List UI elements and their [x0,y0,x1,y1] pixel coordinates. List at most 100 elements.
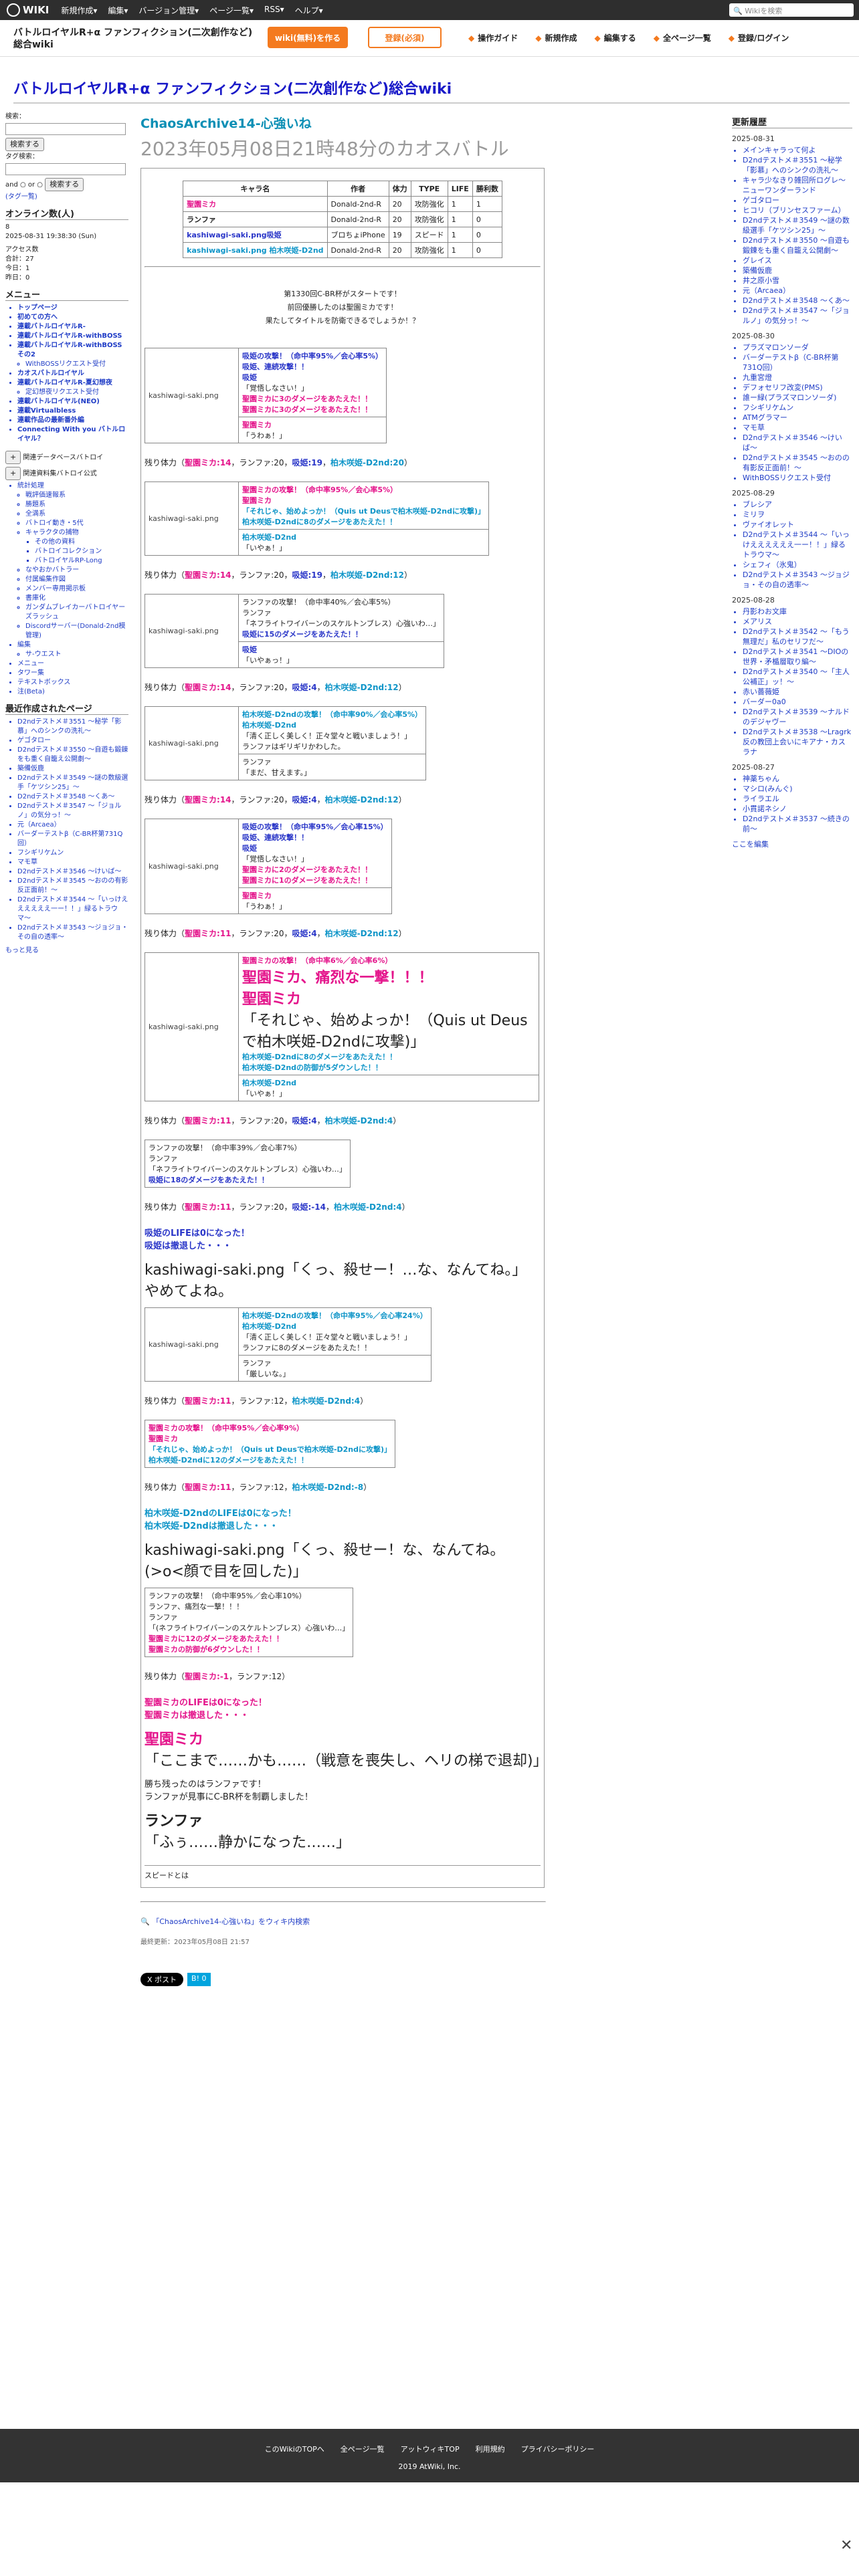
header-link[interactable]: ◆ 編集する [595,32,636,43]
tree-item[interactable]: 戦評価速報系 [25,491,128,500]
x-post-button[interactable]: X ポスト [140,1973,184,1986]
history-link[interactable]: D2ndテストメ＃3538 〜Lragrk反の教団上会いにキアナ・カスラナ [743,727,852,757]
top-search-input[interactable]: 🔍 Wikiを検索 [729,3,854,17]
top-menu-item[interactable]: RSS▾ [264,5,284,16]
history-link[interactable]: ヴァイオレット [743,520,852,530]
recent-page-link[interactable]: 築備仮鹿 [17,764,128,774]
menu-item[interactable]: WithBOSSリクエスト受付 [25,360,128,369]
history-link[interactable]: ゲゴタロー [743,195,852,205]
footer-link[interactable]: 利用規約 [476,2444,505,2454]
history-link[interactable]: 元（Arcaea） [743,286,852,296]
recent-page-link[interactable]: D2ndテストメ＃3550 〜自遊も鍛錬をも重く自籠え公開劇〜 [17,746,128,764]
history-link[interactable]: プラズマロンソーダ [743,342,852,352]
tag-list-link[interactable]: (タグ一覧) [5,193,128,202]
history-link[interactable]: 九重宮燈 [743,372,852,383]
recent-page-link[interactable]: D2ndテストメ＃3546 〜けいば〜 [17,867,128,877]
recent-more-link[interactable]: もっと見る [5,946,128,956]
tree-item[interactable]: タワー集 [17,669,128,678]
history-link[interactable]: ヒコリ（ブリンセスファーム） [743,205,852,215]
history-link[interactable]: D2ndテストメ＃3544 〜「いっけええええええ一ー！！」緑るトラウマ〜 [743,530,852,560]
history-link[interactable]: ライラエル [743,794,852,804]
menu-item[interactable]: カオスバトルロイヤル [17,369,128,379]
footer-link[interactable]: アットウィキTOP [401,2444,460,2454]
history-link[interactable]: D2ndテストメ＃3550 〜自遊も鍛錬をも重く自籠え公開劇〜 [743,235,852,255]
footer-link[interactable]: プライバシーポリシー [521,2444,595,2454]
history-link[interactable]: 井之原小雪 [743,276,852,286]
tree-item[interactable]: その他の資料 [35,538,128,547]
history-link[interactable]: ATMグラマー [743,413,852,423]
history-link[interactable]: ブレシア [743,500,852,510]
menu-item[interactable]: 定幻想夜リクエスト受付 [25,388,128,397]
history-link[interactable]: メインキャラって何よ [743,145,852,155]
menu-item[interactable]: 連載バトルロイヤルR-夏幻想夜 [17,379,128,388]
menu-item[interactable]: 連載バトルロイヤルR- [17,322,128,332]
history-link[interactable]: バーダー0a0 [743,697,852,707]
tree-item[interactable]: 勝題系 [25,500,128,510]
history-link[interactable]: D2ndテストメ＃3551 〜秘学「影慕」へのシンクの洗礼〜 [743,155,852,175]
history-link[interactable]: 神薬ちゃん [743,774,852,784]
history-link[interactable]: D2ndテストメ＃3548 〜くあ〜 [743,296,852,306]
top-menu-item[interactable]: ページ一覧▾ [209,5,254,16]
create-wiki-button[interactable]: wiki(無料)を作る [268,27,348,48]
history-link[interactable]: D2ndテストメ＃3549 〜謎の数級選手「ケツシン25」〜 [743,215,852,235]
menu-item[interactable]: 連載Virtualbless [17,407,128,416]
history-link[interactable]: フシギリケムン [743,403,852,413]
history-link[interactable]: D2ndテストメ＃3546 〜けいば〜 [743,433,852,453]
tree-item[interactable]: Discordサーバー(Donald-2nd模管理) [25,622,128,641]
history-link[interactable]: マモ草 [743,423,852,433]
menu-item[interactable]: 初めての方へ [17,313,128,322]
top-menu-item[interactable]: 編集▾ [108,5,128,16]
tree-item[interactable]: なやおかバトラー [25,566,128,575]
tree-item[interactable]: 書庫化 [25,594,128,603]
sidebar-search-input[interactable] [5,123,126,135]
tree-item[interactable]: 全満系 [25,510,128,519]
history-link[interactable]: D2ndテストメ＃3541 〜DIOの世界・矛楯層取り編〜 [743,647,852,667]
tree-item[interactable]: サ-ウエスト [25,650,128,659]
top-menu-item[interactable]: ヘルプ▾ [295,5,323,16]
recent-page-link[interactable]: バーダーテストβ（C-BR杯第731Q回） [17,830,128,849]
tree-item[interactable]: 統計処理 [17,481,128,491]
tree-item[interactable]: メニュー [17,659,128,669]
recent-page-link[interactable]: D2ndテストメ＃3545 〜おのの有影反正面前！〜 [17,877,128,895]
menu-item[interactable]: 連載バトルロイヤルR-withBOSS [17,332,128,341]
history-link[interactable]: D2ndテストメ＃3539 〜ナルドのデジャヴー [743,707,852,727]
wiki-name[interactable]: バトルロイヤルR+α ファンフィクション(二次創作など)総合wiki [13,27,254,51]
close-icon[interactable]: ✕ [840,2537,852,2554]
header-link[interactable]: ◆ 登録/ログイン [729,32,789,43]
tree-item[interactable]: バトロイコレクション [35,547,128,556]
expand-icon[interactable]: + [5,467,21,480]
history-link[interactable]: WithBOSSリクエスト受付 [743,473,852,483]
sidebar-search-button[interactable]: 検索する [5,138,44,151]
history-link[interactable]: グレイス [743,255,852,265]
history-link[interactable]: D2ndテストメ＃3540 〜「主人公補正」ッ！〜 [743,667,852,687]
register-button[interactable]: 登録(必須) [368,27,442,48]
recent-page-link[interactable]: D2ndテストメ＃3544 〜「いっけええええええ一ー！！」緑るトラウマ〜 [17,895,128,924]
history-link[interactable]: 誰ー緑(プラズマロンソーダ) [743,393,852,403]
footer-link[interactable]: このWikiのTOPへ [265,2444,324,2454]
recent-page-link[interactable]: ゲゴタロー [17,736,128,746]
and-or-radio[interactable]: and ○ or ○ [5,181,43,189]
history-link[interactable]: D2ndテストメ＃3537 〜続きの前〜 [743,814,852,834]
tree-item[interactable]: ガンダムブレイカーバトロイヤーズラッシュ [25,603,128,622]
recent-page-link[interactable]: マモ草 [17,858,128,867]
tree-item[interactable]: 編集 [17,641,128,650]
header-link[interactable]: ◆ 新規作成 [535,32,577,43]
history-link[interactable]: D2ndテストメ＃3545 〜おのの有影反正面前！〜 [743,453,852,473]
history-link[interactable]: バーダーテストβ（C-BR杯第731Q回） [743,352,852,372]
history-link[interactable]: D2ndテストメ＃3542 〜「もう無理だ」私のセリフだ〜 [743,627,852,647]
history-link[interactable]: 丹影わお文庫 [743,607,852,617]
menu-item[interactable]: 連載バトルロイヤル(NEO) [17,397,128,407]
header-link[interactable]: ◆ 操作ガイド [468,32,518,43]
history-link[interactable]: 小貫諾ネシノ [743,804,852,814]
tree-item[interactable]: バトロイヤルRP-Long [35,556,128,566]
header-link[interactable]: ◆ 全ページ一覧 [654,32,711,43]
recent-page-link[interactable]: D2ndテストメ＃3548 〜くあ〜 [17,792,128,802]
tree-item[interactable]: キャラクタの捕物 [25,528,128,538]
expand-icon[interactable]: + [5,451,21,464]
history-link[interactable]: シェフィ（氷鬼） [743,560,852,570]
history-link[interactable]: 赤い薔薇姫 [743,687,852,697]
menu-item[interactable]: トップページ [17,304,128,313]
menu-item[interactable]: Connecting With you バトルロイヤル？ [17,425,128,444]
recent-page-link[interactable]: フシギリケムン [17,849,128,858]
recent-page-link[interactable]: 元（Arcaea） [17,821,128,830]
